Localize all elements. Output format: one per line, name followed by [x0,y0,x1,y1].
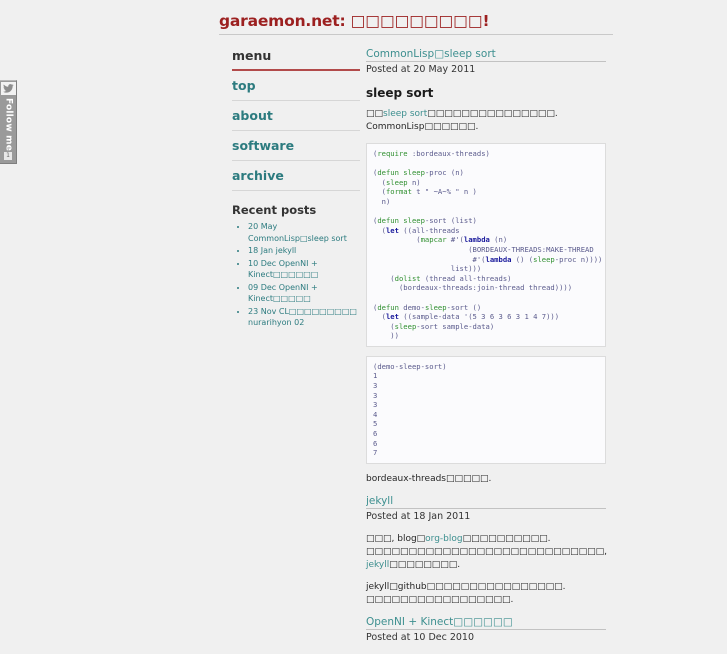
list-item[interactable]: 23 Nov CL□□□□□□□□□ nurarihyon 02 [248,306,360,329]
recent-post-link[interactable]: jekyll [276,246,297,255]
jekyll-link[interactable]: jekyll [366,560,389,570]
recent-post-date: 10 Dec [248,258,277,268]
sidebar-item-software[interactable]: software [232,131,360,161]
post-heading: sleep sort [366,86,434,100]
sidebar: menu top about software archive Recent p… [232,48,360,330]
intro-text-before: □□ [366,109,384,119]
lisp-code-block: (require :bordeaux-threads) (defun sleep… [366,143,606,347]
post-meta: Posted at 18 Jan 2011 [366,510,471,522]
recent-post-link[interactable]: CommonLisp□sleep sort [248,234,347,243]
sidebar-item-about[interactable]: about [232,101,360,131]
columns-layout: menu top about software archive Recent p… [0,35,727,654]
jekyll-paragraph-2: jekyll□github□□□□□□□□□□□□□□□□. □□□□□□□□□… [366,581,566,605]
recent-post-date: 09 Dec [248,282,277,292]
sidebar-item-top[interactable]: top [232,71,360,101]
sleep-sort-link[interactable]: sleep sort [383,109,427,119]
post-title-link[interactable]: jekyll [366,495,606,509]
recent-post-date: 20 May [248,222,278,231]
site-title-japanese: □□□□□□□□□! [350,12,490,30]
post-meta: Posted at 20 May 2011 [366,64,476,75]
menu-heading: menu [232,48,360,71]
para-text-c: □□□□□□□□. [389,559,461,570]
list-item[interactable]: 10 Dec OpenNI + Kinect□□□□□□ [248,258,360,281]
post-title-link[interactable]: OpenNI + Kinect□□□□□□ [366,616,606,630]
site-title-prefix: garaemon.net: [219,12,346,30]
list-item[interactable]: 18 Jan jekyll [248,245,360,257]
code-output-block: (demo-sleep-sort) 1 3 3 3 4 5 6 6 7 [366,355,606,464]
follow-count-badge: 1 [4,152,12,160]
recent-post-date: 18 Jan [248,246,274,255]
org-blog-link[interactable]: org-blog [425,534,462,544]
main-content: CommonLisp□sleep sort Posted at 20 May 2… [366,48,607,654]
site-title[interactable]: garaemon.net: □□□□□□□□□! [219,12,613,30]
list-item[interactable]: 20 May CommonLisp□sleep sort [248,221,360,244]
recent-posts-list: 20 May CommonLisp□sleep sort 18 Jan jeky… [232,221,360,329]
recent-posts-heading: Recent posts [232,203,317,217]
twitter-bird-icon [0,82,16,95]
page-wrapper: garaemon.net: □□□□□□□□□! menu top about … [0,0,727,654]
follow-me-label: Follow me [3,98,14,152]
sidebar-item-archive[interactable]: archive [232,161,360,191]
site-header: garaemon.net: □□□□□□□□□! [219,12,613,35]
post-title-link[interactable]: CommonLisp□sleep sort [366,48,606,62]
jekyll-paragraph-1: □□□, blog□org-blog□□□□□□□□□□. □□□□□□□□□□… [366,533,607,572]
para-text-a: □□□, blog□ [366,533,426,544]
post-meta: Posted at 10 Dec 2010 [366,631,475,643]
recent-post-date: 23 Nov [248,306,277,316]
list-item[interactable]: 09 Dec OpenNI + Kinect□□□□□ [248,282,360,305]
post-closing-paragraph: bordeaux-threads□□□□□. [366,473,492,484]
follow-me-tab[interactable]: Follow me 1 [0,80,17,164]
post-intro-paragraph: □□sleep sort□□□□□□□□□□□□□□□. CommonLisp□… [366,108,606,134]
